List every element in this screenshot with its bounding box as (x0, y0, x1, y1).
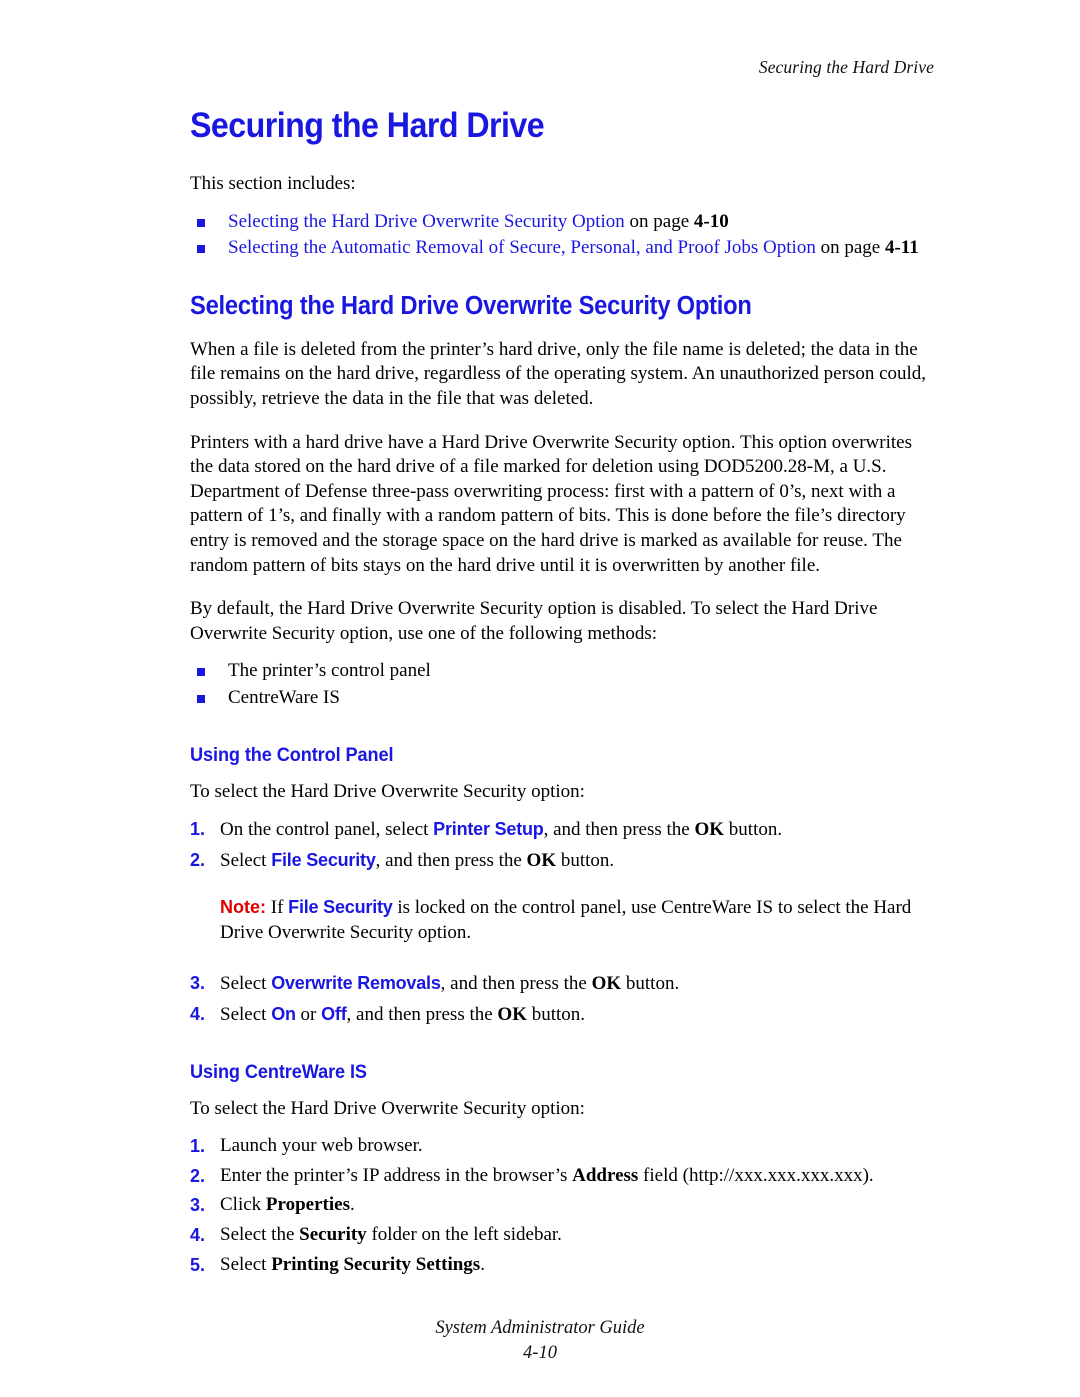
step-text-post: button. (621, 973, 680, 995)
control-panel-steps: 1. On the control panel, select Printer S… (190, 817, 934, 873)
toc-link-suffix: on page (815, 237, 885, 259)
key-label-ok: OK (526, 849, 557, 871)
ui-term-overwrite-removals: Overwrite Removals (271, 973, 441, 994)
step-number: 3. (190, 1195, 206, 1216)
footer-guide-title: System Administrator Guide (435, 1318, 645, 1338)
key-label-ok: OK (591, 973, 622, 995)
list-item: The printer’s control panel (190, 659, 934, 684)
note-block: Note: If File Security is locked on the … (190, 895, 934, 945)
bullet-square-icon (197, 668, 205, 677)
step-number: 4. (190, 1004, 206, 1025)
step-text-pre: Select (220, 1253, 272, 1275)
subsection-title-control-panel: Using the Control Panel (190, 743, 394, 766)
ui-term-address: Address (572, 1164, 639, 1186)
step-text-mid: , and then press the (375, 849, 527, 871)
step-number: 2. (190, 1165, 206, 1186)
list-item: 2. Enter the printer’s IP address in the … (190, 1164, 934, 1189)
step-number: 2. (190, 849, 206, 870)
step-text-post: field (http://xxx.xxx.xxx.xxx). (638, 1164, 874, 1186)
list-item[interactable]: Selecting the Automatic Removal of Secur… (190, 236, 934, 261)
step-text-pre: On the control panel, select (220, 819, 434, 841)
section-includes-intro: This section includes: (190, 173, 356, 194)
list-item: 3. Select Overwrite Removals, and then pr… (190, 971, 934, 997)
control-panel-steps-continued: 3. Select Overwrite Removals, and then pr… (190, 971, 934, 1027)
step-text-pre: Select (220, 973, 272, 995)
ui-term-on: On (271, 1004, 296, 1025)
step-number: 5. (190, 1254, 206, 1275)
page-content: Securing the Hard Drive This section inc… (190, 106, 934, 1282)
list-item: 5. Select Printing Security Settings. (190, 1253, 934, 1278)
list-item: 1. On the control panel, select Printer S… (190, 817, 934, 843)
section-paragraph-1: When a file is deleted from the printer’… (190, 338, 927, 409)
list-item: 4. Select the Security folder on the left… (190, 1223, 934, 1248)
step-text-pre: Select (220, 849, 272, 871)
step-text-pre: Click (220, 1194, 266, 1216)
step-number: 1. (190, 819, 206, 840)
step-text-pre: Select the (220, 1224, 300, 1246)
list-item: 4. Select On or Off, and then press the O… (190, 1002, 934, 1028)
step-number: 4. (190, 1225, 206, 1246)
list-item: 3. Click Properties. (190, 1193, 934, 1218)
step-number: 1. (190, 1136, 206, 1157)
subsection-title-centreware: Using CentreWare IS (190, 1060, 367, 1083)
step-text-pre: Enter the printer’s IP address in the br… (220, 1164, 573, 1186)
bullet-square-icon (197, 218, 205, 227)
document-page: Securing the Hard Drive Securing the Har… (0, 0, 1080, 1397)
bullet-square-icon (197, 694, 205, 703)
centreware-lead: To select the Hard Drive Overwrite Secur… (190, 1097, 585, 1119)
step-text-post: button. (724, 819, 783, 841)
control-panel-lead: To select the Hard Drive Overwrite Secur… (190, 780, 585, 802)
key-label-ok: OK (694, 819, 725, 841)
toc-link-suffix: on page (624, 210, 694, 232)
method-label: CentreWare IS (228, 686, 340, 708)
step-number: 3. (190, 973, 206, 994)
toc-link-label[interactable]: Selecting the Hard Drive Overwrite Secur… (228, 211, 625, 232)
section-paragraph-3: By default, the Hard Drive Overwrite Sec… (190, 598, 878, 644)
ui-term-properties: Properties (265, 1194, 350, 1216)
centreware-steps: 1. Launch your web browser. 2. Enter the p… (190, 1134, 934, 1277)
step-text-pre: Select (220, 1004, 272, 1026)
list-item: CentreWare IS (190, 686, 934, 711)
ui-term-security: Security (299, 1224, 367, 1246)
methods-list: The printer’s control panel CentreWare I… (190, 659, 934, 710)
running-header: Securing the Hard Drive (758, 57, 934, 77)
ui-term-file-security: File Security (288, 897, 393, 918)
section-title: Selecting the Hard Drive Overwrite Secur… (190, 291, 752, 320)
step-text-post: . (349, 1194, 355, 1216)
toc-page-number: 4-11 (884, 237, 919, 259)
bullet-square-icon (197, 245, 205, 254)
ui-term-printing-security-settings: Printing Security Settings (271, 1253, 481, 1275)
list-item: 1. Launch your web browser. (190, 1134, 934, 1159)
list-item[interactable]: Selecting the Hard Drive Overwrite Secur… (190, 210, 934, 235)
section-paragraph-2: Printers with a hard drive have a Hard D… (190, 431, 912, 576)
footer-page-number: 4-10 (523, 1343, 557, 1363)
chapter-title: Securing the Hard Drive (190, 106, 545, 145)
ui-term-printer-setup: Printer Setup (433, 819, 544, 840)
step-text-post: button. (556, 849, 615, 871)
note-text-pre: If (266, 897, 289, 919)
list-item: 2. Select File Security, and then press t… (190, 848, 934, 874)
method-label: The printer’s control panel (228, 660, 431, 682)
section-toc-list: Selecting the Hard Drive Overwrite Secur… (190, 210, 934, 261)
step-text: Launch your web browser. (220, 1135, 423, 1157)
step-text-post: folder on the left sidebar. (366, 1224, 562, 1246)
step-text-post: button. (526, 1004, 586, 1026)
page-footer: System Administrator Guide 4-10 (0, 1316, 1080, 1366)
ui-term-file-security: File Security (271, 849, 376, 870)
key-label-ok: OK (497, 1004, 527, 1026)
step-text-mid: , and then press the (543, 819, 695, 841)
toc-link-label[interactable]: Selecting the Automatic Removal of Secur… (228, 237, 816, 258)
note-label: Note: (220, 897, 266, 918)
step-text-mid: , and then press the (346, 1004, 498, 1026)
step-text-mid: , and then press the (440, 973, 592, 995)
toc-page-number: 4-10 (693, 210, 729, 232)
step-text-or: or (295, 1004, 322, 1026)
step-text-post: . (480, 1253, 485, 1275)
ui-term-off: Off (321, 1004, 347, 1025)
